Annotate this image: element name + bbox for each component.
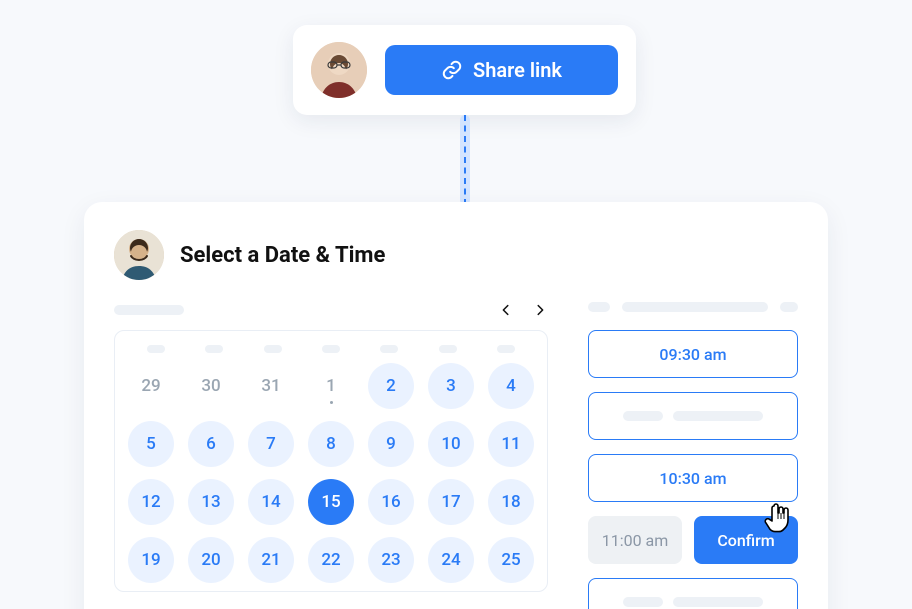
guest-avatar [114,230,164,280]
calendar-day[interactable]: 10 [428,421,474,467]
host-avatar [311,42,367,98]
calendar-day[interactable]: 9 [368,421,414,467]
calendar-day[interactable]: 17 [428,479,474,525]
calendar-day[interactable]: 25 [488,537,534,583]
calendar-day[interactable]: 12 [128,479,174,525]
share-link-card: Share link [293,25,636,115]
calendar-day[interactable]: 30 [188,363,234,409]
calendar-day[interactable]: 21 [248,537,294,583]
time-slot-placeholder[interactable] [588,578,798,609]
calendar-weekday-header [127,345,535,353]
booking-header: Select a Date & Time [114,230,798,280]
link-icon [441,59,463,81]
share-link-label: Share link [473,58,562,82]
time-slot-panel: 09:30 am 10:30 am 11:00 am Confirm [588,300,798,609]
flow-connector [453,115,477,205]
calendar-day[interactable]: 20 [188,537,234,583]
calendar-day[interactable]: 6 [188,421,234,467]
time-slot[interactable]: 10:30 am [588,454,798,502]
prev-month-button[interactable] [498,302,514,318]
calendar-day[interactable]: 4 [488,363,534,409]
calendar-day[interactable]: 23 [368,537,414,583]
share-link-button[interactable]: Share link [385,45,618,95]
calendar-day[interactable]: 31 [248,363,294,409]
calendar-day[interactable]: 5 [128,421,174,467]
calendar-day[interactable]: 13 [188,479,234,525]
calendar-day[interactable]: 2 [368,363,414,409]
selected-time-slot[interactable]: 11:00 am [588,516,682,564]
confirm-button[interactable]: Confirm [694,516,798,564]
calendar: 2930311234567891011121314151617181920212… [114,330,548,592]
booking-card: Select a Date & Time 293031123456 [84,202,828,609]
calendar-day[interactable]: 14 [248,479,294,525]
calendar-day[interactable]: 29 [128,363,174,409]
time-slot-placeholder[interactable] [588,392,798,440]
time-slot[interactable]: 09:30 am [588,330,798,378]
calendar-day[interactable]: 24 [428,537,474,583]
calendar-day[interactable]: 11 [488,421,534,467]
calendar-day[interactable]: 18 [488,479,534,525]
month-label-placeholder [114,305,184,315]
next-month-button[interactable] [532,302,548,318]
calendar-day[interactable]: 8 [308,421,354,467]
calendar-day[interactable]: 3 [428,363,474,409]
page-title: Select a Date & Time [180,243,385,268]
calendar-day-selected[interactable]: 15 [308,479,354,525]
selected-date-placeholder [588,302,798,312]
calendar-day[interactable]: 22 [308,537,354,583]
calendar-day[interactable]: 19 [128,537,174,583]
calendar-day[interactable]: 1 [308,363,354,409]
calendar-panel: 2930311234567891011121314151617181920212… [114,300,548,609]
calendar-day[interactable]: 16 [368,479,414,525]
calendar-day[interactable]: 7 [248,421,294,467]
